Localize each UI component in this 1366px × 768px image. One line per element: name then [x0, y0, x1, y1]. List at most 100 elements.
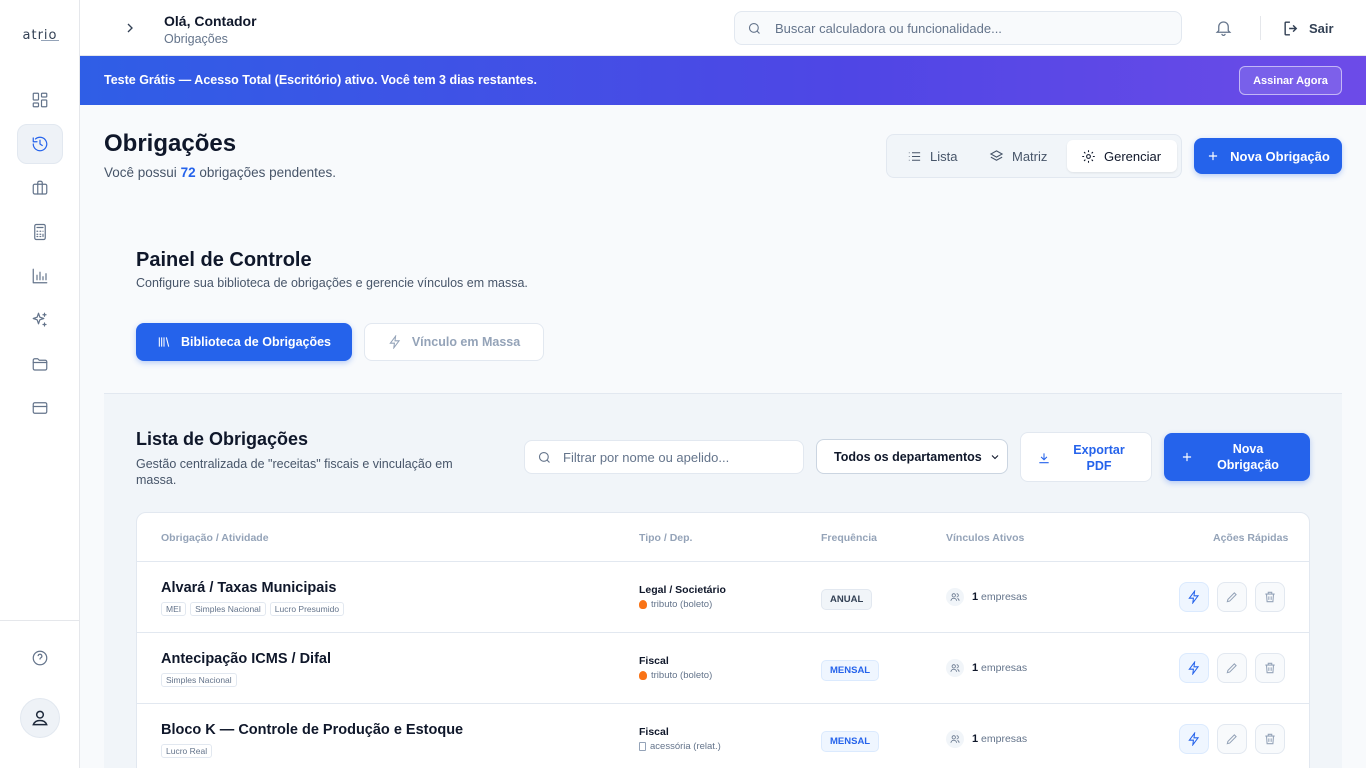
greeting: Olá, Contador — [164, 13, 257, 29]
obligation-type: Legal / Societário — [639, 584, 726, 596]
active-links[interactable]: 1 empresas — [946, 730, 1027, 748]
sidebar-item-reports[interactable] — [17, 256, 63, 296]
trash-icon — [1265, 662, 1275, 674]
table-row[interactable]: Antecipação ICMS / Difal Simples Naciona… — [137, 633, 1309, 704]
lightning-icon — [1188, 661, 1200, 675]
pencil-icon — [1226, 592, 1237, 603]
sidebar-item-portfolio[interactable] — [17, 168, 63, 208]
active-links[interactable]: 1 empresas — [946, 659, 1027, 677]
help-button[interactable] — [29, 647, 51, 669]
sidebar-item-files[interactable] — [17, 344, 63, 384]
tab-gerenciar[interactable]: Gerenciar — [1067, 140, 1177, 172]
dashboard-icon — [32, 92, 48, 108]
logout-button[interactable]: Sair — [1282, 17, 1334, 39]
table-row[interactable]: Bloco K — Controle de Produção e Estoque… — [137, 704, 1309, 768]
active-links[interactable]: 1 empresas — [946, 588, 1027, 606]
users-icon — [946, 588, 964, 606]
fire-icon — [639, 600, 647, 609]
edit-button[interactable] — [1217, 724, 1247, 754]
column-header-actions: Ações Rápidas — [1213, 532, 1289, 544]
tab-matriz[interactable]: Matriz — [975, 140, 1061, 172]
page-subtitle: Você possui 72 obrigações pendentes. — [104, 165, 336, 180]
edit-button[interactable] — [1217, 582, 1247, 612]
document-icon — [639, 742, 646, 751]
table-row[interactable]: Alvará / Taxas Municipais MEI Simples Na… — [137, 562, 1309, 633]
pencil-icon — [1226, 734, 1237, 745]
links-label: empresas — [981, 733, 1028, 745]
sidebar-item-ai[interactable] — [17, 300, 63, 340]
notifications-button[interactable] — [1214, 18, 1234, 38]
quick-link-button[interactable] — [1179, 724, 1209, 754]
regime-tag: MEI — [161, 602, 187, 616]
panel-subtitle: Configure sua biblioteca de obrigações e… — [136, 276, 528, 290]
obligation-name: Alvará / Taxas Municipais — [161, 580, 337, 596]
trash-icon — [1265, 591, 1275, 603]
list-title: Lista de Obrigações — [136, 429, 309, 449]
obligation-subtype: acessória (relat.) — [639, 741, 721, 752]
sidebar-item-billing[interactable] — [17, 388, 63, 428]
export-pdf-label: Exportar PDF — [1073, 443, 1125, 473]
tab-bulk-link[interactable]: Vínculo em Massa — [364, 323, 544, 361]
obligation-subtype: tributo (boleto) — [639, 599, 712, 610]
breadcrumb: Obrigações — [164, 32, 228, 46]
subscribe-button[interactable]: Assinar Agora — [1239, 66, 1342, 95]
chevron-down-icon — [991, 455, 999, 460]
subtitle-prefix: Você possui — [104, 165, 181, 180]
filter-input[interactable]: Filtrar por nome ou apelido... — [524, 440, 804, 474]
subtype-label: tributo (boleto) — [651, 599, 713, 610]
delete-button[interactable] — [1255, 582, 1285, 612]
page-title: Obrigações — [104, 130, 237, 157]
plus-icon — [1209, 151, 1218, 161]
search-placeholder: Buscar calculadora ou funcionalidade... — [775, 21, 1002, 36]
topbar-divider — [1260, 16, 1261, 40]
lightning-icon — [1188, 732, 1200, 746]
briefcase-icon — [32, 180, 48, 195]
lightning-icon — [389, 335, 400, 349]
quick-link-button[interactable] — [1179, 582, 1209, 612]
obligation-name: Bloco K — Controle de Produção e Estoque — [161, 722, 464, 738]
filter-placeholder: Filtrar por nome ou apelido... — [563, 450, 730, 465]
logo-underline — [41, 40, 59, 41]
tab-library[interactable]: Biblioteca de Obrigações — [136, 323, 352, 361]
sidebar-divider — [0, 620, 79, 621]
regime-tags: Simples Nacional — [161, 673, 237, 687]
pencil-icon — [1226, 663, 1237, 674]
new-obligation-button[interactable]: Nova Obrigação — [1194, 138, 1342, 174]
bell-icon — [1215, 21, 1232, 36]
chevron-right-icon — [127, 23, 133, 33]
tab-gerenciar-label: Gerenciar — [1104, 148, 1162, 164]
lightning-icon — [1188, 590, 1200, 604]
delete-button[interactable] — [1255, 653, 1285, 683]
department-select[interactable]: Todos os departamentos — [816, 439, 1008, 474]
search-input[interactable]: Buscar calculadora ou funcionalidade... — [734, 11, 1182, 45]
new-obligation-list-button[interactable]: Nova Obrigação — [1164, 433, 1310, 481]
trash-icon — [1265, 733, 1275, 745]
expand-sidebar-button[interactable] — [120, 18, 140, 38]
obligation-type: Fiscal — [639, 655, 669, 667]
quick-link-button[interactable] — [1179, 653, 1209, 683]
sidebar-item-history[interactable] — [17, 124, 63, 164]
gear-icon — [1082, 149, 1095, 163]
edit-button[interactable] — [1217, 653, 1247, 683]
delete-button[interactable] — [1255, 724, 1285, 754]
new-obligation-list-label: Nova Obrigação — [1217, 442, 1279, 472]
export-pdf-button[interactable]: Exportar PDF — [1020, 432, 1152, 482]
links-label: empresas — [981, 591, 1028, 603]
avatar[interactable] — [20, 698, 60, 738]
subtype-label: acessória (relat.) — [650, 741, 721, 752]
subtype-label: tributo (boleto) — [651, 670, 713, 681]
sidebar-item-dashboard[interactable] — [17, 80, 63, 120]
library-icon — [158, 337, 170, 347]
help-icon — [32, 650, 48, 666]
users-icon — [946, 730, 964, 748]
calculator-icon — [34, 223, 46, 241]
obligation-subtype: tributo (boleto) — [639, 670, 712, 681]
tab-lista[interactable]: Lista — [893, 140, 971, 172]
sidebar-item-calculator[interactable] — [17, 212, 63, 252]
links-text: 1 empresas — [972, 662, 1027, 674]
tab-lista-label: Lista — [930, 148, 958, 164]
view-switcher: Lista Matriz Gerenciar — [886, 134, 1182, 178]
logo[interactable]: atrio — [0, 28, 80, 44]
frequency-badge: ANUAL — [821, 589, 873, 610]
regime-tag: Simples Nacional — [190, 602, 266, 616]
